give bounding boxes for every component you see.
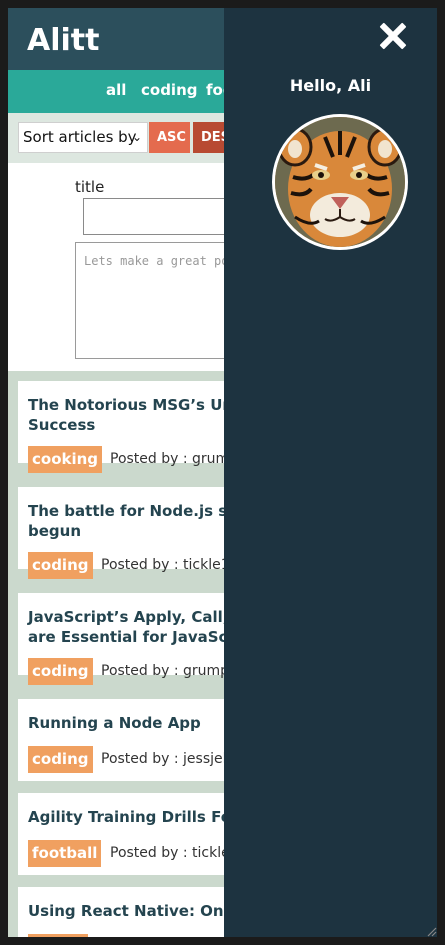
resize-handle-icon[interactable]	[425, 925, 437, 937]
article-author: Posted by : jessjelly	[101, 751, 239, 767]
user-drawer: Hello, Ali	[224, 8, 437, 937]
article-topic-tag[interactable]: coding	[28, 552, 93, 579]
article-topic-tag[interactable]	[28, 934, 88, 937]
sort-select[interactable]: Sort articles by ⌄	[18, 122, 148, 153]
article-author: Posted by : grump	[110, 451, 239, 467]
chevron-down-icon: ⌄	[131, 130, 142, 144]
article-topic-tag[interactable]: coding	[28, 746, 93, 773]
article-author: Posted by : tickle12	[101, 557, 239, 573]
app-window: Alitt all coding foo Sort articles by ⌄ …	[8, 8, 437, 937]
tiger-face-icon	[275, 117, 405, 247]
article-topic-tag[interactable]: cooking	[28, 446, 103, 473]
article-author: Posted by : tickle1	[110, 845, 239, 861]
title-label: title	[75, 178, 105, 196]
greeting: Hello, Ali	[289, 76, 372, 95]
article-topic-tag[interactable]: football	[28, 840, 102, 867]
sort-select-label: Sort articles by	[23, 128, 137, 146]
sort-asc-button[interactable]: ASC	[149, 122, 190, 153]
tiger-avatar-icon	[272, 114, 408, 250]
article-topic-tag[interactable]: coding	[28, 658, 93, 685]
close-icon[interactable]	[375, 20, 409, 54]
topic-coding[interactable]: coding	[141, 80, 198, 100]
topic-all[interactable]: all	[106, 80, 126, 100]
article-author: Posted by : grumpy	[101, 663, 238, 679]
app-logo[interactable]: Alitt	[27, 22, 99, 60]
